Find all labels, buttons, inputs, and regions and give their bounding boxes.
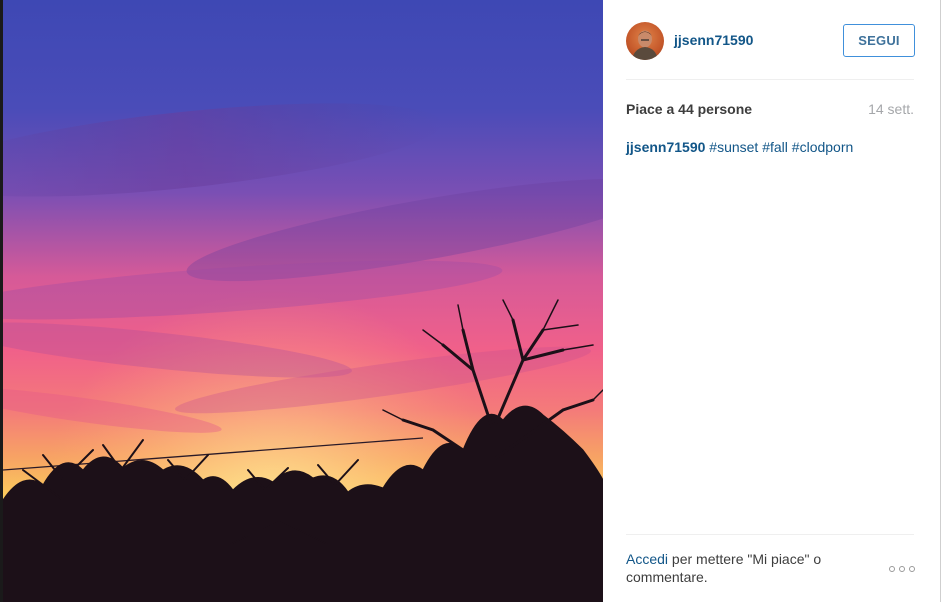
user-avatar[interactable] xyxy=(626,22,664,60)
likes-count[interactable]: Piace a 44 persone xyxy=(626,101,752,117)
login-prompt: Accedi per mettere "Mi piace" o commenta… xyxy=(626,550,866,586)
ellipsis-dot xyxy=(909,566,915,572)
post-caption: jjsenn71590 #sunset #fall #clodporn xyxy=(626,138,914,156)
likes-row: Piace a 44 persone 14 sett. xyxy=(626,100,914,120)
post-author-link[interactable]: jjsenn71590 xyxy=(674,32,753,48)
follow-button[interactable]: SEGUI xyxy=(843,24,915,57)
hashtag-clodporn[interactable]: #clodporn xyxy=(792,139,854,155)
post-timestamp[interactable]: 14 sett. xyxy=(868,101,914,117)
header-divider xyxy=(626,79,914,80)
avatar-face-image xyxy=(632,30,658,60)
ellipsis-dot xyxy=(889,566,895,572)
hashtag-sunset[interactable]: #sunset xyxy=(709,139,758,155)
login-link[interactable]: Accedi xyxy=(626,551,668,567)
hashtag-fall[interactable]: #fall xyxy=(762,139,788,155)
ellipsis-icon[interactable] xyxy=(889,562,915,576)
post-sidebar: jjsenn71590 SEGUI Piace a 44 persone 14 … xyxy=(603,0,941,602)
sunset-photo-image xyxy=(3,0,603,602)
post-photo[interactable] xyxy=(0,0,603,602)
footer-divider xyxy=(626,534,914,535)
ellipsis-dot xyxy=(899,566,905,572)
post-header: jjsenn71590 SEGUI xyxy=(626,22,915,60)
caption-author-link[interactable]: jjsenn71590 xyxy=(626,139,705,155)
